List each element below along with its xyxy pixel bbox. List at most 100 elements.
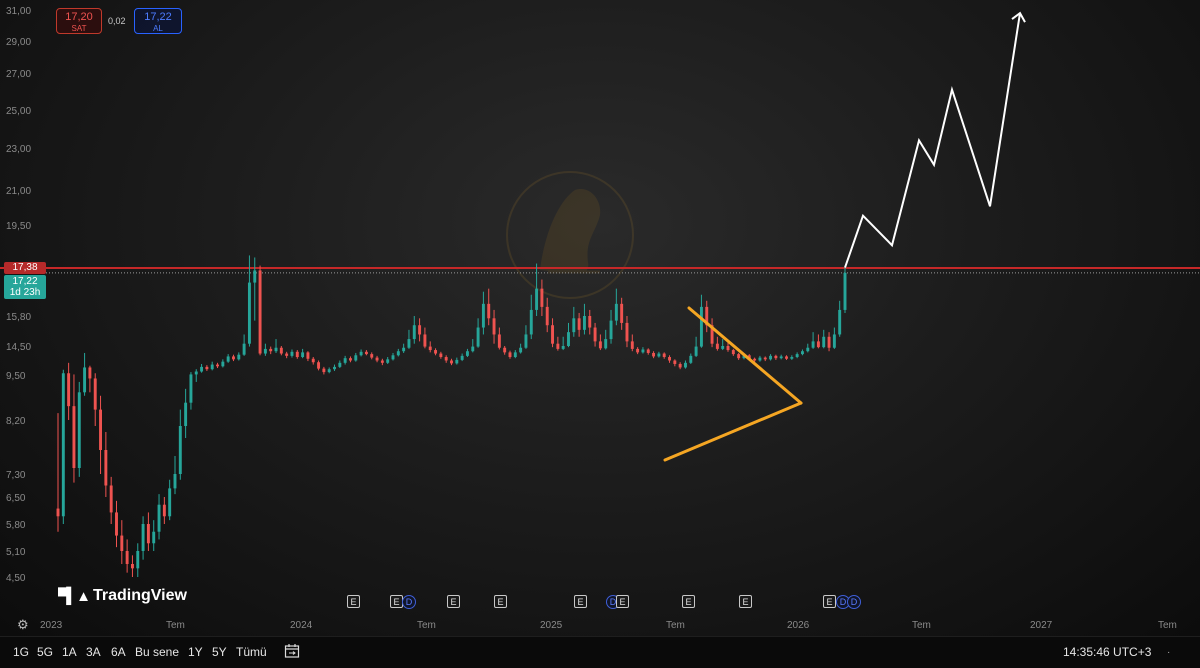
- candle-body: [173, 474, 177, 489]
- candle-body: [141, 524, 145, 551]
- x-tick-label: Tem: [666, 620, 685, 631]
- candle-body: [380, 360, 384, 363]
- x-tick-label: Tem: [417, 620, 436, 631]
- candle-body: [503, 347, 507, 353]
- candle-body: [753, 358, 757, 361]
- candle-body: [109, 485, 113, 513]
- candle-body: [699, 306, 703, 347]
- sell-label: SAT: [71, 24, 87, 33]
- candle-body: [556, 343, 560, 349]
- candle-body: [588, 316, 592, 328]
- candle-body: [465, 351, 469, 356]
- candle-body: [551, 325, 554, 344]
- dividend-event-icon[interactable]: D: [847, 595, 861, 609]
- candle-body: [77, 392, 81, 468]
- candle-body: [567, 332, 570, 346]
- tradingview-logo[interactable]: ▀▍▲ TradingView: [58, 585, 187, 607]
- candle-body: [253, 270, 257, 283]
- date-range-icon[interactable]: [284, 643, 300, 659]
- earnings-event-icon[interactable]: E: [494, 595, 507, 608]
- candle-body: [279, 347, 283, 354]
- timeframe-6a[interactable]: 6A: [111, 645, 126, 659]
- chart-area[interactable]: 31,00 29,00 27,00 25,00 23,00 21,00 19,50 15,80…: [0, 0, 1200, 636]
- x-tick-label: Tem: [1158, 620, 1177, 631]
- timeframe-1y[interactable]: 1Y: [188, 645, 203, 659]
- candle-body: [200, 366, 204, 372]
- x-tick-label: Tem: [912, 620, 931, 631]
- candle-body: [689, 355, 693, 363]
- tradingview-mark-icon: ▀▍▲: [58, 588, 91, 605]
- y-tick-label: 4,50: [6, 573, 26, 584]
- candle-body: [609, 320, 613, 340]
- timeframe-all[interactable]: Tümü: [236, 645, 267, 659]
- timeframe-1g[interactable]: 1G: [13, 645, 29, 659]
- candle-body: [572, 318, 576, 333]
- candle-body: [577, 318, 581, 330]
- candle-body: [99, 409, 103, 450]
- candle-body: [460, 355, 464, 360]
- candles[interactable]: [56, 255, 847, 577]
- last-price-value: 17,22: [12, 276, 38, 287]
- dividend-event-icon[interactable]: D: [402, 595, 416, 609]
- candle-body: [779, 356, 783, 359]
- candle-body: [838, 309, 842, 335]
- candle-body: [800, 351, 804, 355]
- candle-body: [497, 334, 501, 348]
- candle-body: [258, 270, 262, 354]
- timeframe-ytd[interactable]: Bu sene: [135, 645, 179, 659]
- candle-body: [811, 341, 815, 348]
- candle-body: [301, 352, 305, 358]
- timeframe-3a[interactable]: 3A: [86, 645, 101, 659]
- earnings-event-icon[interactable]: E: [447, 595, 460, 608]
- candle-body: [232, 356, 235, 360]
- sell-quote-button[interactable]: 17,20 SAT: [56, 8, 102, 34]
- candle-body: [476, 327, 480, 347]
- y-tick-label: 23,00: [6, 144, 31, 155]
- triangle-upper-line[interactable]: [687, 306, 803, 405]
- candle-body: [104, 450, 108, 486]
- candle-body: [168, 488, 172, 517]
- candle-body: [216, 364, 219, 367]
- candle-body: [614, 303, 618, 321]
- candle-body: [625, 322, 629, 342]
- candle-body: [152, 531, 156, 544]
- candle-body: [423, 334, 427, 347]
- candle-body: [178, 426, 182, 474]
- earnings-event-icon[interactable]: E: [682, 595, 695, 608]
- more-dot[interactable]: ·: [1167, 647, 1170, 658]
- candle-body: [737, 354, 741, 359]
- price-chart[interactable]: 31,00 29,00 27,00 25,00 23,00 21,00 19,50 15,80…: [0, 0, 1200, 636]
- x-tick-label: 2026: [787, 620, 810, 631]
- candle-body: [763, 357, 767, 360]
- candle-body: [184, 402, 188, 426]
- candle-body: [72, 406, 76, 468]
- earnings-event-icon[interactable]: E: [739, 595, 752, 608]
- candle-body: [61, 373, 65, 517]
- spread-value: 0,02: [108, 16, 126, 26]
- earnings-event-icon[interactable]: E: [823, 595, 836, 608]
- candle-body: [290, 351, 294, 356]
- earnings-event-icon[interactable]: E: [574, 595, 587, 608]
- candle-body: [598, 341, 602, 349]
- triangle-lower-line[interactable]: [663, 401, 803, 462]
- settings-icon[interactable]: ⚙: [17, 617, 29, 633]
- timeframe-5g[interactable]: 5G: [37, 645, 53, 659]
- candle-body: [88, 367, 92, 379]
- candle-body: [349, 358, 352, 361]
- candle-body: [540, 288, 544, 307]
- earnings-event-icon[interactable]: E: [616, 595, 629, 608]
- projection-path[interactable]: [844, 12, 1021, 268]
- triangle-pattern[interactable]: [663, 306, 803, 462]
- y-tick-label: 19,50: [6, 221, 31, 232]
- buy-quote-button[interactable]: 17,22 AL: [134, 8, 182, 34]
- timeframe-1a[interactable]: 1A: [62, 645, 77, 659]
- earnings-event-icon[interactable]: E: [347, 595, 360, 608]
- candle-body: [306, 352, 310, 359]
- candle-body: [561, 346, 565, 349]
- candle-body: [481, 303, 485, 328]
- candle-body: [67, 373, 71, 407]
- candle-body: [604, 339, 608, 349]
- candle-body: [636, 348, 640, 353]
- candle-body: [513, 352, 517, 358]
- timeframe-5y[interactable]: 5Y: [212, 645, 227, 659]
